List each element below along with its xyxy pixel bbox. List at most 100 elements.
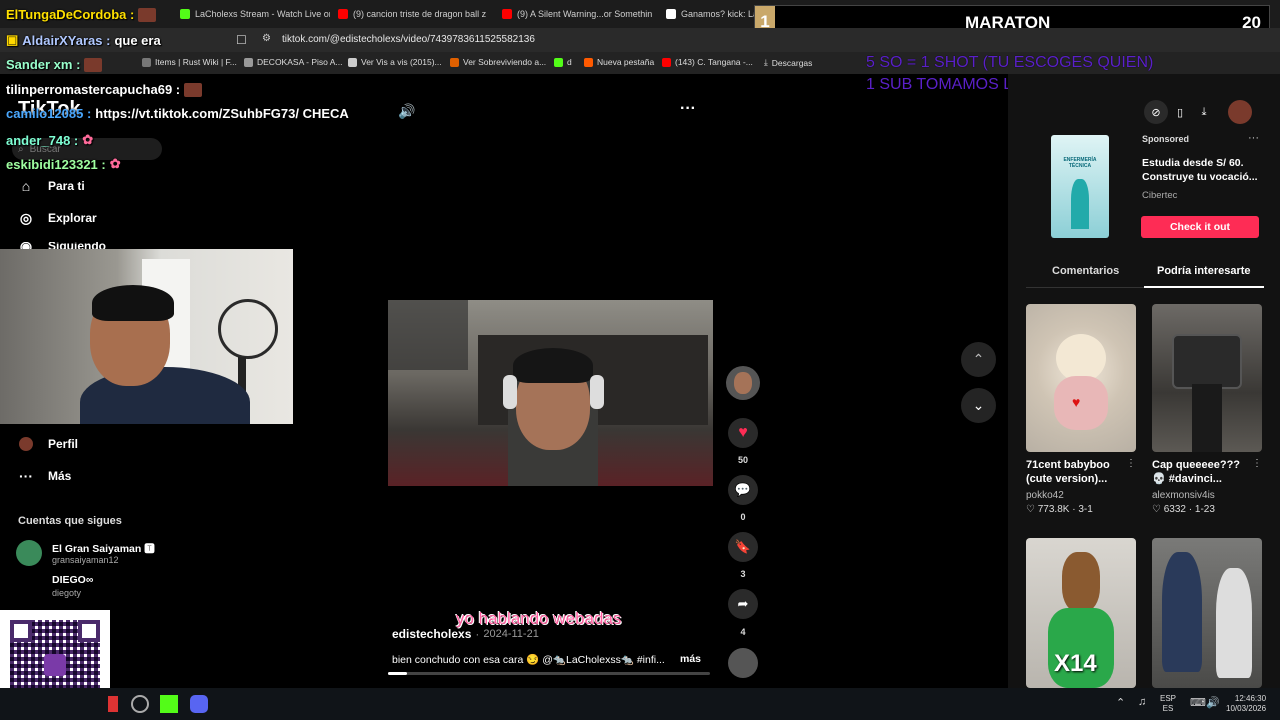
microphone-icon[interactable]: ♫	[1138, 696, 1146, 708]
browser-tab[interactable]: (9) A Silent Warning...or Something E	[502, 4, 652, 24]
chat-message: tilinperromastercapucha69 :	[6, 82, 203, 97]
tab-podria-interesarte[interactable]: Podría interesarte	[1157, 265, 1251, 277]
card-stats: ♡ 6332 · 1-23	[1152, 504, 1215, 515]
video-author[interactable]: edistecholexs	[392, 627, 471, 641]
heart-outline-icon: ♡	[1026, 504, 1035, 515]
video-thumbnail[interactable]	[1152, 538, 1262, 688]
ad-thumbnail[interactable]: ENFERMERÍA TÉCNICA	[1051, 135, 1109, 238]
video-card[interactable]: Cap queeeee??? 💀 #davinci... ⋮ alexmonsi…	[1152, 304, 1262, 515]
video-description: bien conchudo con esa cara 😏 @🐀LaCholexs…	[392, 654, 665, 666]
browser-tab[interactable]: LaCholexs Stream - Watch Live on Ki	[180, 4, 330, 24]
home-icon: ⌂	[21, 178, 31, 194]
youtube-icon	[338, 9, 348, 19]
account-handle: diegoty	[52, 588, 82, 598]
more-options-icon[interactable]: ···	[680, 100, 696, 118]
youtube-icon	[502, 9, 512, 19]
share-button[interactable]: ➦	[728, 589, 758, 619]
more-link[interactable]: más	[680, 653, 701, 665]
video-thumbnail[interactable]: ♥	[1026, 304, 1136, 452]
device-icon[interactable]: ▯	[1168, 100, 1192, 124]
previous-video-button[interactable]: ⌃	[961, 342, 996, 377]
ad-options-icon[interactable]: ···	[1248, 132, 1259, 144]
like-count: 50	[737, 455, 748, 465]
language-indicator[interactable]: ESP ES	[1160, 694, 1176, 714]
site-info-icon[interactable]: ⚙	[262, 33, 271, 44]
like-button[interactable]: ♥	[728, 418, 758, 448]
discord-icon[interactable]	[190, 695, 208, 713]
card-title: 71cent babyboo (cute version)...	[1026, 459, 1110, 485]
browser-tab[interactable]: (9) cancion triste de dragon ball z - Y	[338, 4, 488, 24]
card-options-icon[interactable]: ⋮	[1126, 458, 1136, 488]
bookmark-icon[interactable]: ☐	[236, 33, 247, 47]
video-card[interactable]: ♥ 71cent babyboo (cute version)... ⋮ pok…	[1026, 304, 1136, 515]
video-thumbnail[interactable]: X14	[1026, 538, 1136, 688]
comment-icon: 💬	[734, 482, 752, 497]
card-author[interactable]: alexmonsiv4is	[1152, 490, 1262, 501]
profile-icon	[18, 436, 34, 452]
heart-outline-icon: ♡	[1152, 504, 1161, 515]
card-options-icon[interactable]: ⋮	[1252, 458, 1262, 488]
obs-icon[interactable]	[131, 695, 149, 713]
save-button[interactable]: 🔖	[728, 532, 758, 562]
avatar[interactable]	[16, 540, 42, 566]
next-video-button[interactable]: ⌄	[961, 388, 996, 423]
browser-tab[interactable]: Ganamos? kick: La ch	[666, 4, 754, 24]
kick-icon	[180, 9, 190, 19]
music-disc-avatar[interactable]	[728, 648, 758, 678]
account-handle: gransaiyaman12	[52, 555, 119, 565]
url-field[interactable]: tiktok.com/@edistecholexs/video/74397836…	[282, 34, 535, 45]
taskbar: ⌃ ♫ ESP ES ⌨ 🔊 12:46:30 10/03/2026	[0, 688, 1280, 720]
overlay-rule: 5 SO = 1 SHOT (TU ESCOGES QUIEN)	[866, 54, 1154, 71]
clock[interactable]: 12:46:30 10/03/2026	[1226, 694, 1266, 714]
share-icon: ➦	[737, 596, 749, 611]
video-caption-overlay: yo hablando webadas	[456, 609, 622, 628]
heart-icon: ♥	[738, 424, 748, 441]
bookmark-item[interactable]: ⤓ Descargas	[764, 57, 812, 68]
bookmark-item[interactable]: d	[554, 57, 572, 67]
bookmark-icon: 🔖	[734, 539, 752, 554]
ad-title[interactable]: Estudia desde S/ 60. Construye tu vocaci…	[1142, 156, 1258, 184]
chat-message: ander_748 : ✿	[6, 132, 94, 148]
kick-icon[interactable]	[160, 695, 178, 713]
sidebar-item-para-ti[interactable]: ⌂ Para ti	[18, 178, 85, 194]
tab-comentarios[interactable]: Comentarios	[1052, 265, 1119, 277]
chat-badge-icon: ▣	[6, 32, 19, 47]
card-author[interactable]: pokko42	[1026, 490, 1136, 501]
sidebar-item-explorar[interactable]: ◎ Explorar	[18, 210, 97, 226]
account-name[interactable]: DIEGO∞	[52, 574, 93, 586]
card-stats: ♡ 773.8K · 3-1	[1026, 504, 1093, 515]
app-icon[interactable]	[108, 696, 118, 712]
bookmark-item[interactable]: (143) C. Tangana -...	[662, 57, 753, 67]
account-name[interactable]: El Gran Saiyaman 🆃	[52, 541, 155, 556]
sidebar-item-perfil[interactable]: Perfil	[18, 436, 78, 452]
progress-bar[interactable]	[388, 672, 710, 675]
progress-fill	[388, 672, 408, 675]
video-card[interactable]	[1152, 538, 1262, 688]
ad-advertiser: Cibertec	[1142, 190, 1178, 201]
bookmark-item[interactable]: DECOKASA - Piso A...	[244, 57, 343, 67]
thumbnail-overlay-text: X14	[1054, 650, 1097, 677]
sidebar-item-mas[interactable]: ··· Más	[18, 468, 71, 484]
settings-icon[interactable]: ⊘	[1144, 100, 1168, 124]
user-avatar[interactable]	[1228, 100, 1252, 124]
ad-cta-button[interactable]: Check it out	[1141, 216, 1259, 238]
volume-icon[interactable]: 🔊	[1206, 696, 1220, 709]
video-thumbnail[interactable]	[1152, 304, 1262, 452]
bookmark-item[interactable]: Nueva pestaña	[584, 57, 654, 67]
save-count: 3	[740, 569, 746, 579]
following-title: Cuentas que sigues	[18, 515, 122, 527]
creator-avatar[interactable]	[726, 366, 760, 400]
network-icon[interactable]: ⌨	[1190, 696, 1206, 709]
comment-button[interactable]: 💬	[728, 475, 758, 505]
video-author-line: edistecholexs · 2024-11-21	[392, 627, 539, 641]
video-card[interactable]: X14	[1026, 538, 1136, 688]
video-date: 2024-11-21	[483, 628, 539, 640]
bookmark-item[interactable]: Ver Vis a vis (2015)...	[348, 57, 442, 67]
chevron-up-icon[interactable]: ⌃	[1116, 696, 1125, 709]
emote: ✿	[109, 156, 121, 171]
video-player[interactable]	[388, 300, 713, 486]
bookmark-item[interactable]: Items | Rust Wiki | F...	[142, 57, 237, 67]
download-icon[interactable]: ⤓	[1192, 100, 1216, 124]
bookmark-item[interactable]: Ver Sobreviviendo a...	[450, 57, 546, 67]
volume-icon[interactable]: 🔊	[398, 103, 415, 120]
